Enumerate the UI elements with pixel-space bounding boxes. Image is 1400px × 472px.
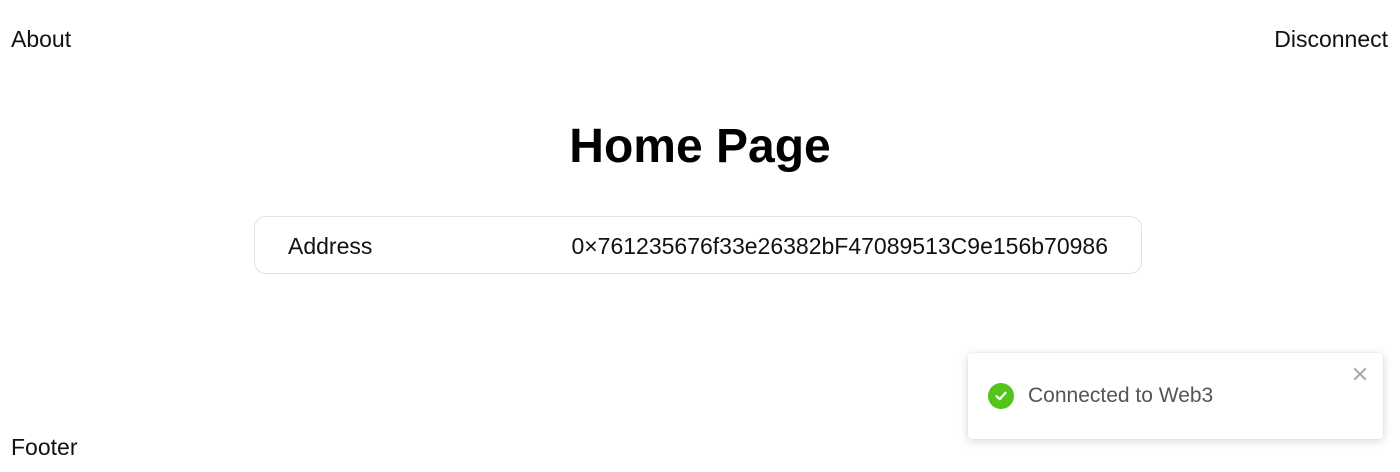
footer: Footer bbox=[11, 434, 78, 460]
toast-notification: Connected to Web3 bbox=[968, 353, 1383, 439]
address-value: 0×761235676f33e26382bF47089513C9e156b709… bbox=[571, 233, 1108, 259]
address-label: Address bbox=[288, 233, 373, 259]
toast-message: Connected to Web3 bbox=[1028, 384, 1214, 407]
check-circle-icon bbox=[988, 383, 1014, 409]
about-link[interactable]: About bbox=[11, 24, 71, 54]
address-card: Address 0×761235676f33e26382bF47089513C9… bbox=[254, 216, 1142, 274]
disconnect-button[interactable]: Disconnect bbox=[1274, 24, 1388, 54]
page-title: Home Page bbox=[569, 120, 831, 173]
close-icon[interactable] bbox=[1351, 365, 1369, 383]
